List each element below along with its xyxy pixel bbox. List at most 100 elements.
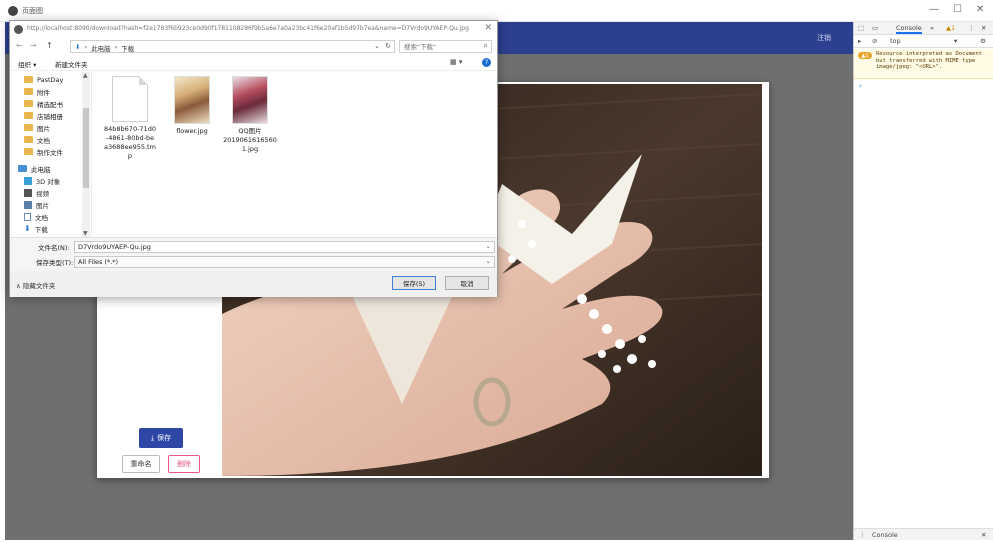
search-input[interactable] [400, 41, 476, 52]
picture-icon [24, 200, 32, 209]
nav-item-selected-books[interactable]: 精选配书 [24, 98, 63, 109]
inspect-icon[interactable]: ⬚ [858, 24, 864, 32]
address-bar[interactable]: ⬇ › 此电脑 › 下载 ⌄ ↻ [70, 40, 395, 53]
warning-badge: ▲1 [858, 52, 872, 59]
view-options-button[interactable]: ▦ ▾ [450, 58, 462, 66]
devtools-drawer: ⋮ Console ✕ [854, 528, 993, 540]
minimize-button[interactable]: — [929, 4, 939, 15]
filetype-select[interactable]: All Files (*.*) ⌄ [74, 256, 495, 268]
close-window-button[interactable]: ✕ [976, 4, 984, 15]
image-thumbnail [232, 76, 268, 124]
refresh-icon[interactable]: ↻ [385, 42, 391, 50]
window-titlebar: 页面图 — ☐ ✕ [0, 0, 993, 22]
nav-pane-scrollbar[interactable]: ▲ ▼ [82, 72, 90, 237]
maximize-button[interactable]: ☐ [953, 4, 962, 15]
drawer-menu-icon[interactable]: ⋮ [859, 531, 866, 539]
devtools-close-icon[interactable]: ✕ [981, 24, 986, 32]
nav-item-pictures-folder[interactable]: 图片 [24, 122, 50, 133]
nav-item-3d-objects[interactable]: 3D 对象 [24, 175, 60, 186]
drawer-close-icon[interactable]: ✕ [981, 531, 986, 539]
folder-icon [24, 112, 33, 119]
back-button[interactable]: ← [16, 41, 23, 50]
nav-item-videos[interactable]: 视频 [24, 187, 49, 198]
nav-item-label: 下载 [34, 225, 48, 234]
nav-item-label: 图片 [37, 124, 50, 133]
chevron-down-icon[interactable]: ⌄ [486, 242, 491, 250]
rename-button[interactable]: 重命名 [122, 455, 160, 473]
file-name-line: 84b8b670-71d0 [104, 125, 156, 133]
nav-item-label: PastDay [37, 75, 64, 84]
nav-item-attachments[interactable]: 附件 [24, 86, 50, 97]
file-item[interactable]: 84b8b670-71d0 -4861-80bd-be a3688ee955.t… [102, 76, 158, 161]
dialog-save-button[interactable]: 保存(S) [392, 276, 436, 290]
nav-item-documents[interactable]: 文档 [24, 211, 48, 222]
dialog-toolbar: 组织 ▾ 新建文件夹 ▦ ▾ ? [10, 56, 497, 71]
devtools-menu-icon[interactable]: ⋮ [968, 24, 975, 32]
console-filter-bar: ▸ ⊘ top ▾ ⚙ [854, 35, 993, 48]
window-title: 页面图 [22, 7, 43, 15]
filetype-value: All Files (*.*) [78, 258, 119, 266]
clear-console-icon[interactable]: ⊘ [872, 37, 877, 45]
scroll-up-icon[interactable]: ▲ [83, 72, 88, 79]
sidebar-toggle-icon[interactable]: ▸ [858, 37, 861, 45]
up-button[interactable]: ↑ [46, 41, 53, 50]
breadcrumb-downloads[interactable]: 下载 [121, 43, 134, 53]
folder-icon [24, 148, 33, 155]
context-dropdown-icon[interactable]: ▾ [954, 37, 957, 45]
nav-item-label: 附件 [37, 88, 50, 97]
filename-input[interactable]: D7Vrdo9UYAEP-Qu.jpg ⌄ [74, 241, 495, 253]
breadcrumb: ⬇ › 此电脑 › 下载 [75, 43, 134, 53]
breadcrumb-this-pc[interactable]: 此电脑 [91, 43, 111, 53]
nav-item-label: 此电脑 [31, 165, 51, 174]
scroll-down-icon[interactable]: ▼ [83, 230, 88, 237]
gear-icon[interactable]: ⚙ [980, 37, 986, 45]
filename-value: D7Vrdo9UYAEP-Qu.jpg [78, 243, 151, 251]
folder-icon [24, 88, 33, 95]
tab-console[interactable]: Console [896, 24, 922, 34]
warning-count-badge[interactable]: ▲1 [946, 24, 955, 32]
file-item[interactable]: QQ图片 2019061616560 1.jpg [222, 76, 278, 154]
console-prompt[interactable]: › [859, 82, 862, 90]
nav-item-shop-album[interactable]: 店铺相册 [24, 110, 63, 121]
download-icon: ⬇ [24, 224, 31, 233]
file-name-line: flower.jpg [176, 127, 208, 135]
warning-message: Resource interpreted as Document but tra… [876, 51, 982, 70]
file-item[interactable]: flower.jpg [164, 76, 220, 136]
chevron-down-icon[interactable]: ⌄ [374, 42, 380, 50]
drawer-tab-console[interactable]: Console [872, 531, 898, 539]
nav-item-this-pc[interactable]: 此电脑 [18, 163, 51, 174]
dialog-cancel-button[interactable]: 取消 [445, 276, 489, 290]
save-button[interactable]: ⤓ 保存 [139, 428, 183, 448]
nav-item-pastday[interactable]: PastDay [24, 74, 63, 85]
more-tabs-icon[interactable]: » [930, 24, 934, 32]
breadcrumb-separator-icon: › [84, 43, 88, 51]
hide-folders-toggle[interactable]: ∧ 隐藏文件夹 [16, 280, 55, 290]
dialog-footer: ∧ 隐藏文件夹 保存(S) 取消 [10, 271, 497, 297]
file-name-line: QQ图片 [238, 127, 262, 135]
nav-item-label: 3D 对象 [36, 177, 61, 186]
nav-item-downloads[interactable]: ⬇ 下载 [24, 223, 48, 234]
scrollbar-thumb[interactable] [83, 108, 89, 188]
document-icon [24, 212, 31, 221]
nav-item-pictures[interactable]: 图片 [24, 199, 49, 210]
nav-item-label: 精选配书 [37, 100, 63, 109]
logout-link[interactable]: 注销 [817, 33, 831, 43]
nav-item-documents-folder[interactable]: 文档 [24, 134, 50, 145]
delete-button[interactable]: 删除 [168, 455, 200, 473]
app-icon [8, 6, 18, 16]
browser-window: 页面图 — ☐ ✕ 注销 ⤓ 保存 重命名 删除 http://localhos… [0, 0, 993, 542]
device-toolbar-icon[interactable]: ▭ [872, 24, 878, 32]
help-icon[interactable]: ? [482, 58, 491, 67]
nav-item-production-files[interactable]: 制作文件 [24, 146, 63, 157]
chevron-down-icon[interactable]: ⌄ [486, 257, 491, 265]
browser-icon [14, 25, 23, 34]
search-icon[interactable]: ⌕ [484, 41, 488, 51]
organize-menu[interactable]: 组织 ▾ [18, 59, 36, 69]
forward-button[interactable]: → [30, 41, 37, 50]
new-folder-button[interactable]: 新建文件夹 [55, 59, 88, 69]
breadcrumb-separator-icon: › [114, 43, 118, 51]
dialog-close-icon[interactable]: ✕ [484, 23, 492, 33]
context-selector[interactable]: top [890, 37, 901, 45]
file-name-line: -4861-80bd-be [105, 134, 155, 142]
cube-icon [24, 176, 32, 185]
